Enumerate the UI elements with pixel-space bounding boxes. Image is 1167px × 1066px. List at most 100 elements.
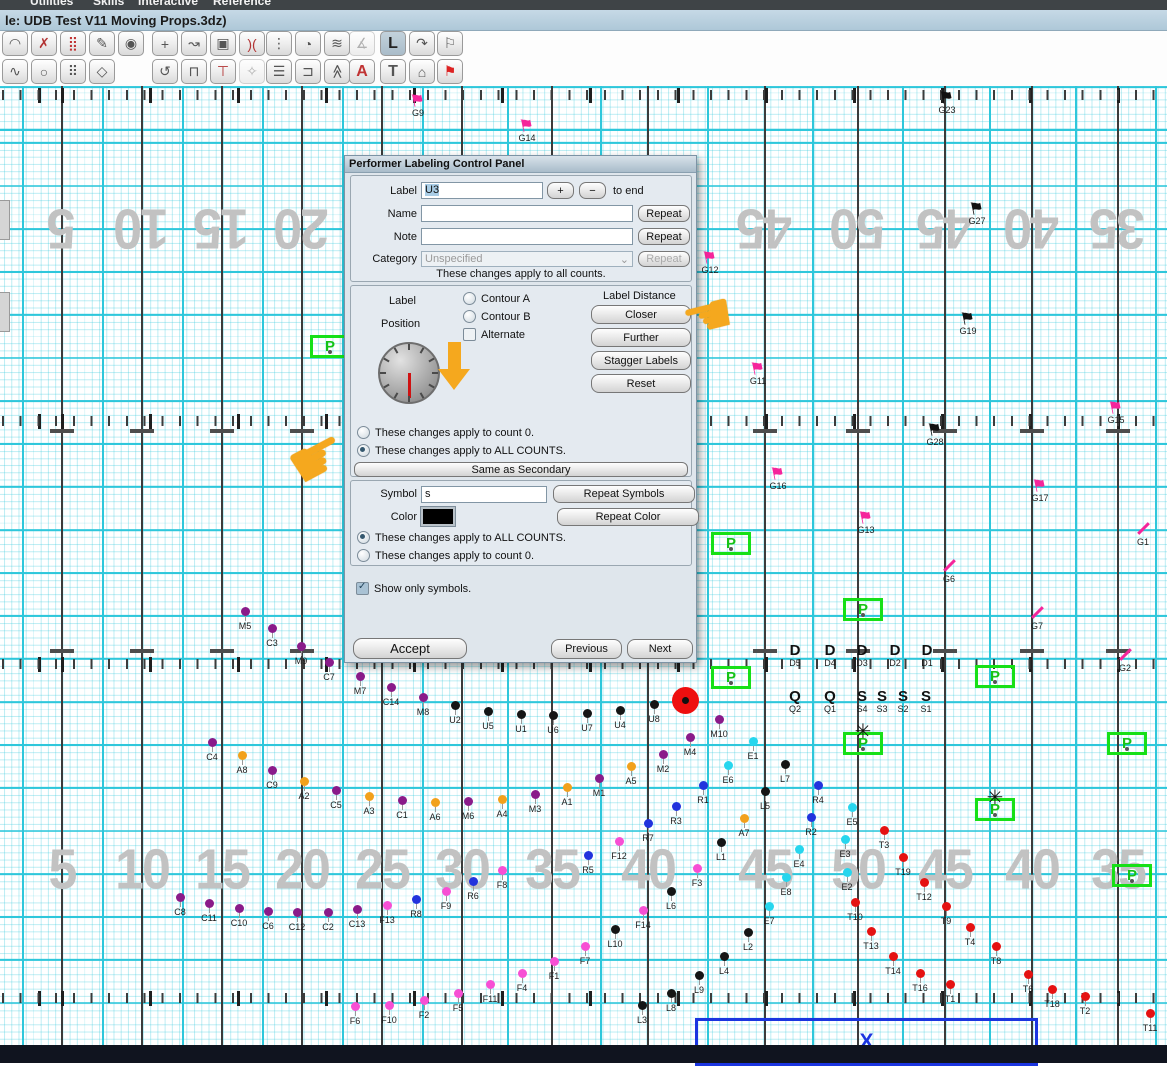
performer-dot[interactable]: F13 — [374, 901, 400, 925]
contour-b-radio[interactable] — [463, 310, 476, 323]
menu-item[interactable]: Interactive — [138, 0, 198, 8]
prop-marker[interactable]: P — [975, 665, 1015, 688]
text-tool[interactable]: T — [380, 59, 406, 84]
performer-marker[interactable] — [419, 996, 429, 1005]
pulse-tool[interactable]: ⊓ — [181, 59, 207, 84]
performer-marker[interactable] — [497, 866, 507, 875]
letter-performer[interactable]: D D2 — [882, 643, 908, 668]
flag-performer[interactable]: G1 — [1128, 521, 1158, 547]
performer-marker[interactable] — [941, 902, 951, 911]
performer-marker[interactable] — [698, 781, 708, 790]
performer-dot[interactable]: T1 — [937, 980, 963, 1004]
performer-dot[interactable]: C10 — [226, 904, 252, 928]
performer-marker[interactable] — [204, 899, 214, 908]
palette-edge[interactable] — [0, 200, 10, 240]
performer-dot[interactable]: M6 — [455, 797, 481, 821]
performer-dot[interactable]: E8 — [773, 873, 799, 897]
performer-marker[interactable] — [292, 908, 302, 917]
prop-marker[interactable]: P — [1112, 864, 1152, 887]
previous-button[interactable]: Previous — [551, 639, 622, 659]
performer-marker[interactable] — [267, 766, 277, 775]
performer-dot[interactable]: L3 — [629, 1001, 655, 1025]
label-plus-button[interactable]: + — [547, 182, 574, 199]
performer-marker[interactable] — [468, 877, 478, 886]
performer-dot[interactable]: T10 — [842, 898, 868, 922]
performer-marker[interactable] — [530, 790, 540, 799]
performer-marker[interactable] — [781, 873, 791, 882]
performer-dot[interactable]: C9 — [259, 766, 285, 790]
performer-marker[interactable] — [331, 786, 341, 795]
performer-dot[interactable]: M2 — [650, 750, 676, 774]
performer-dot[interactable]: R6 — [460, 877, 486, 901]
prop-marker[interactable]: P ✳ — [843, 721, 883, 755]
performer-marker[interactable] — [583, 851, 593, 860]
performer-dot[interactable]: T6 — [1015, 970, 1041, 994]
performer-dot[interactable]: M10 — [706, 715, 732, 739]
name-repeat-button[interactable]: Repeat — [638, 205, 690, 222]
performer-marker[interactable] — [240, 607, 250, 616]
flag-performer[interactable]: ⚑ G11 — [743, 358, 773, 386]
performer-marker[interactable] — [175, 893, 185, 902]
performer-dot[interactable]: F7 — [572, 942, 598, 966]
flag-performer[interactable]: ⚑ G12 — [695, 247, 725, 275]
performer-dot[interactable]: A1 — [554, 783, 580, 807]
performer-marker[interactable] — [386, 683, 396, 692]
performer-marker[interactable] — [794, 845, 804, 854]
letter-performer[interactable]: D D3 — [849, 643, 875, 668]
selected-performer-highlight[interactable] — [672, 687, 699, 714]
performer-marker[interactable] — [411, 895, 421, 904]
performer-dot[interactable]: U1 — [508, 710, 534, 734]
performer-marker[interactable] — [739, 814, 749, 823]
performer-dot[interactable]: R1 — [690, 781, 716, 805]
performer-marker[interactable] — [418, 693, 428, 702]
flag-performer[interactable]: ⚑ G23 — [932, 87, 962, 115]
prop-marker[interactable]: P — [711, 666, 751, 689]
prop-marker[interactable]: P — [1107, 732, 1147, 755]
performer-marker[interactable] — [324, 658, 334, 667]
further-button[interactable]: Further — [591, 328, 691, 347]
flag-performer[interactable]: ⚑ G19 — [953, 308, 983, 336]
performer-dot[interactable]: L8 — [658, 989, 684, 1013]
menu-item[interactable]: Utilities — [30, 0, 73, 8]
pentagon-tool[interactable]: ◇ — [89, 59, 115, 84]
performer-dot[interactable]: L4 — [711, 952, 737, 976]
performer-dot[interactable]: T2 — [1072, 992, 1098, 1016]
performer-marker[interactable] — [716, 838, 726, 847]
performer-marker[interactable] — [991, 942, 1001, 951]
performer-marker[interactable] — [879, 826, 889, 835]
performer-dot[interactable]: F12 — [606, 837, 632, 861]
performer-dot[interactable]: U4 — [607, 706, 633, 730]
label-minus-button[interactable]: − — [579, 182, 606, 199]
rotate-tool[interactable]: ↺ — [152, 59, 178, 84]
flag-page-tool[interactable]: ⚐ — [437, 31, 463, 56]
dot-block-tool[interactable]: ⠿ — [60, 59, 86, 84]
performer-dot[interactable]: M7 — [347, 672, 373, 696]
letter-performer[interactable]: Q Q2 — [782, 689, 808, 714]
performer-marker[interactable] — [666, 887, 676, 896]
performer-dot[interactable]: F4 — [509, 969, 535, 993]
performer-dot[interactable]: R7 — [635, 819, 661, 843]
performer-dot[interactable]: T12 — [911, 878, 937, 902]
spiral-tool[interactable]: ◉ — [118, 31, 144, 56]
performer-marker[interactable] — [450, 701, 460, 710]
performer-dot[interactable]: T11 — [1137, 1009, 1163, 1033]
performer-marker[interactable] — [694, 971, 704, 980]
performer-dot[interactable]: L1 — [708, 838, 734, 862]
color-swatch[interactable] — [420, 506, 456, 527]
performer-dot[interactable]: E6 — [715, 761, 741, 785]
performer-dot[interactable]: T18 — [1039, 985, 1065, 1009]
performer-dot[interactable]: E3 — [832, 835, 858, 859]
performer-marker[interactable] — [658, 750, 668, 759]
pole-tool[interactable]: ⊤ — [210, 59, 236, 84]
performer-marker[interactable] — [614, 837, 624, 846]
performer-marker[interactable] — [453, 989, 463, 998]
book-tool[interactable]: A — [349, 59, 375, 84]
performer-dot[interactable]: F14 — [630, 906, 656, 930]
performer-marker[interactable] — [610, 925, 620, 934]
performer-dot[interactable]: E4 — [786, 845, 812, 869]
performer-marker[interactable] — [463, 797, 473, 806]
prop-marker[interactable]: P — [843, 598, 883, 621]
performer-dot[interactable]: U6 — [540, 711, 566, 735]
curve-arrow-tool[interactable]: ↷ — [409, 31, 435, 56]
red-flag-tool[interactable]: ⚑ — [437, 59, 463, 84]
